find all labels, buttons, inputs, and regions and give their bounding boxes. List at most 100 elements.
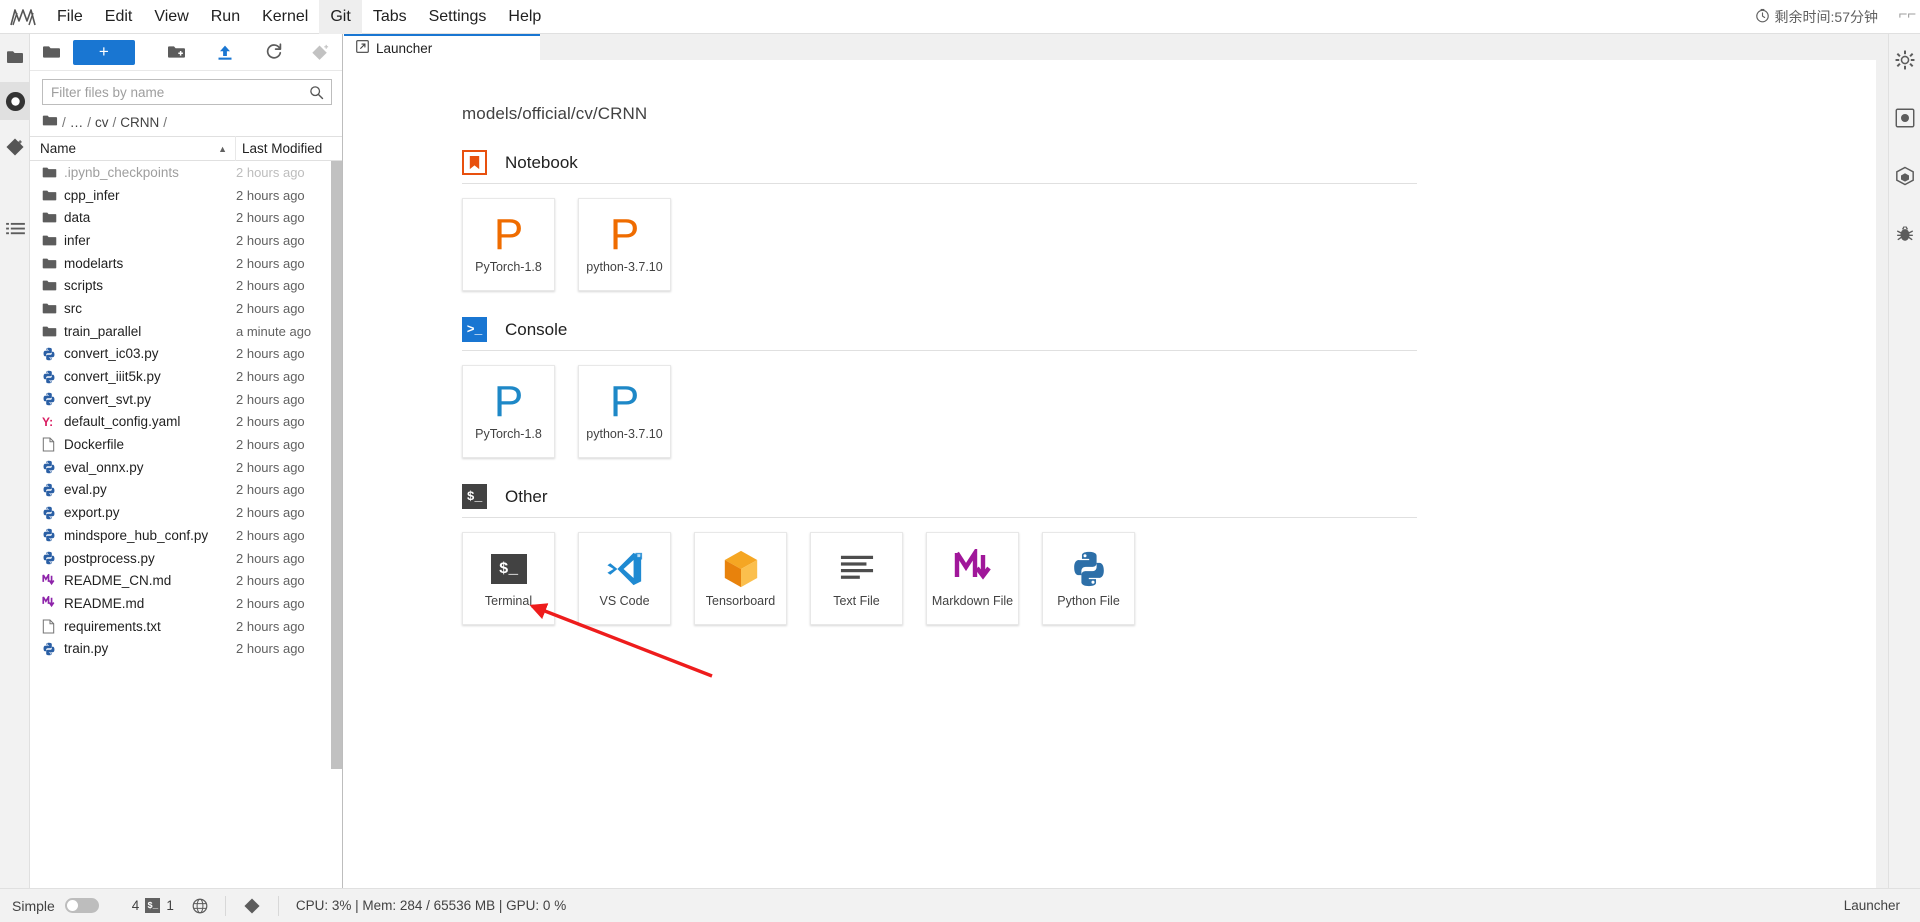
- file-row[interactable]: train_parallel a minute ago: [30, 320, 342, 343]
- card-notebook-python-3710[interactable]: P python-3.7.10: [578, 198, 671, 291]
- card-markdown-file[interactable]: Markdown File: [926, 532, 1019, 625]
- menu-tabs[interactable]: Tabs: [362, 0, 418, 34]
- settings-gear-icon[interactable]: [1889, 38, 1920, 82]
- menu-view[interactable]: View: [143, 0, 199, 34]
- filter-files-input[interactable]: [43, 80, 309, 104]
- menu-git[interactable]: Git: [319, 0, 362, 34]
- file-browser-icon[interactable]: [0, 38, 30, 76]
- card-text-file[interactable]: Text File: [810, 532, 903, 625]
- file-row[interactable]: train.py 2 hours ago: [30, 637, 342, 660]
- refresh-icon[interactable]: [260, 38, 287, 66]
- column-header-last-modified[interactable]: Last Modified: [236, 141, 342, 156]
- menu-edit[interactable]: Edit: [94, 0, 144, 34]
- file-row[interactable]: convert_iiit5k.py 2 hours ago: [30, 365, 342, 388]
- file-row[interactable]: export.py 2 hours ago: [30, 501, 342, 524]
- yaml-icon: Y:: [42, 414, 54, 429]
- folder-icon: [42, 166, 64, 179]
- section-divider-other: [462, 517, 1417, 518]
- console-icon: >_: [462, 317, 487, 342]
- file-name: .ipynb_checkpoints: [64, 164, 179, 180]
- card-terminal[interactable]: $_ Terminal: [462, 532, 555, 625]
- menu-kernel[interactable]: Kernel: [251, 0, 319, 34]
- menu-settings[interactable]: Settings: [418, 0, 498, 34]
- file-row[interactable]: scripts 2 hours ago: [30, 274, 342, 297]
- card-label: Python File: [1057, 594, 1120, 608]
- file-row[interactable]: modelarts 2 hours ago: [30, 252, 342, 275]
- python-icon: [42, 642, 64, 656]
- file-row[interactable]: convert_svt.py 2 hours ago: [30, 388, 342, 411]
- file-name: infer: [64, 232, 91, 248]
- property-inspector-icon[interactable]: [1889, 96, 1920, 140]
- folder-icon[interactable]: [38, 38, 65, 66]
- file-row[interactable]: Y: default_config.yaml 2 hours ago: [30, 411, 342, 434]
- file-name: data: [64, 210, 91, 226]
- sort-ascending-icon: ▲: [218, 143, 227, 154]
- kernel-count-label: 4: [131, 898, 140, 913]
- upload-icon[interactable]: [212, 38, 239, 66]
- python-icon: [42, 392, 64, 406]
- file-modified: 2 hours ago: [236, 210, 305, 226]
- file-row[interactable]: data 2 hours ago: [30, 206, 342, 229]
- file-row[interactable]: .ipynb_checkpoints 2 hours ago: [30, 161, 342, 184]
- tab-launcher[interactable]: Launcher: [344, 34, 540, 60]
- card-label: Tensorboard: [705, 594, 776, 608]
- column-header-name[interactable]: Name ▲: [30, 136, 236, 161]
- table-of-contents-icon[interactable]: [0, 210, 30, 248]
- file-modified: 2 hours ago: [236, 437, 305, 453]
- file-row[interactable]: src 2 hours ago: [30, 297, 342, 320]
- file-row[interactable]: requirements.txt 2 hours ago: [30, 615, 342, 638]
- file-row[interactable]: postprocess.py 2 hours ago: [30, 547, 342, 570]
- card-vs-code[interactable]: VS Code: [578, 532, 671, 625]
- menu-run[interactable]: Run: [200, 0, 251, 34]
- breadcrumb-crnn[interactable]: CRNN: [120, 115, 159, 130]
- filter-box[interactable]: [42, 79, 332, 105]
- search-icon[interactable]: [309, 85, 331, 100]
- status-bar: Simple 4 $_ 1 CPU: 3% | Mem: 284 / 65536…: [0, 888, 1920, 922]
- card-console-pytorch-18[interactable]: P PyTorch-1.8: [462, 365, 555, 458]
- file-name: scripts: [64, 278, 104, 294]
- file-row[interactable]: eval_onnx.py 2 hours ago: [30, 456, 342, 479]
- file-list[interactable]: .ipynb_checkpoints 2 hours ago cpp_infer 2 …: [30, 161, 342, 922]
- file-name: train.py: [64, 641, 109, 657]
- extensions-icon[interactable]: [1889, 154, 1920, 198]
- globe-icon[interactable]: [183, 889, 217, 922]
- card-tensorboard[interactable]: Tensorboard: [694, 532, 787, 625]
- card-console-python-3710[interactable]: P python-3.7.10: [578, 365, 671, 458]
- python-icon: [42, 528, 64, 542]
- section-divider-console: [462, 350, 1417, 351]
- file-modified: 2 hours ago: [236, 505, 305, 521]
- file-row[interactable]: README.md 2 hours ago: [30, 592, 342, 615]
- file-row[interactable]: eval.py 2 hours ago: [30, 479, 342, 502]
- python-icon: [42, 483, 64, 497]
- file-modified: 2 hours ago: [236, 573, 305, 589]
- terminal-badge-icon: $_: [145, 898, 161, 913]
- file-modified: 2 hours ago: [236, 482, 305, 498]
- git-status-icon[interactable]: [234, 889, 270, 922]
- terminal-icon: $_: [490, 543, 527, 595]
- running-terminals-icon[interactable]: [0, 82, 30, 120]
- file-row[interactable]: Dockerfile 2 hours ago: [30, 433, 342, 456]
- file-row[interactable]: convert_ic03.py 2 hours ago: [30, 343, 342, 366]
- debugger-icon[interactable]: [1889, 212, 1920, 256]
- terminal-icon: $_: [462, 484, 487, 509]
- text-file-icon: [839, 543, 875, 595]
- menu-file[interactable]: File: [46, 0, 94, 34]
- file-list-scrollbar[interactable]: [331, 161, 342, 922]
- breadcrumb-ellipsis[interactable]: …: [70, 115, 84, 130]
- card-python-file[interactable]: Python File: [1042, 532, 1135, 625]
- file-row[interactable]: mindspore_hub_conf.py 2 hours ago: [30, 524, 342, 547]
- breadcrumb-home-icon[interactable]: [42, 114, 58, 130]
- git-icon[interactable]: [0, 128, 30, 166]
- file-list-scrollbar-thumb[interactable]: [331, 161, 342, 769]
- file-row[interactable]: cpp_infer 2 hours ago: [30, 184, 342, 207]
- file-row[interactable]: README_CN.md 2 hours ago: [30, 569, 342, 592]
- new-folder-icon[interactable]: [163, 38, 190, 66]
- simple-mode-toggle[interactable]: [64, 898, 99, 913]
- kernel-count-item[interactable]: 4 $_ 1: [123, 889, 183, 922]
- menu-help[interactable]: Help: [497, 0, 552, 34]
- new-launcher-button[interactable]: +: [72, 39, 135, 65]
- git-clone-icon[interactable]: [307, 38, 334, 66]
- breadcrumb-cv[interactable]: cv: [95, 115, 109, 130]
- card-notebook-pytorch-18[interactable]: P PyTorch-1.8: [462, 198, 555, 291]
- file-row[interactable]: infer 2 hours ago: [30, 229, 342, 252]
